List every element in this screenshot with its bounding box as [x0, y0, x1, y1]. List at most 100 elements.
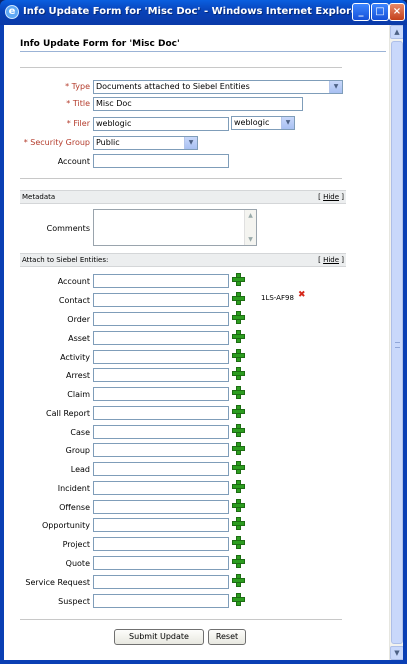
entity-label-claim: Claim: [67, 390, 90, 399]
add-icon[interactable]: [232, 536, 245, 549]
filer-label: * Filer: [66, 119, 90, 128]
entity-input-asset[interactable]: [93, 331, 229, 345]
window-title: Info Update Form for 'Misc Doc' - Window…: [23, 6, 363, 17]
window-border-bottom: [0, 660, 407, 664]
chevron-down-icon: ▼: [184, 137, 197, 149]
ie-icon: e: [5, 5, 19, 19]
entity-input-service-request[interactable]: [93, 575, 229, 589]
entity-input-call-report[interactable]: [93, 406, 229, 420]
add-icon[interactable]: [232, 386, 245, 399]
entity-label-call-report: Call Report: [46, 409, 90, 418]
add-icon[interactable]: [232, 499, 245, 512]
attach-section-header: Attach to Siebel Entities: [ Hide ]: [20, 253, 346, 267]
vertical-scrollbar[interactable]: ▲ ▼: [389, 25, 403, 660]
entity-input-project[interactable]: [93, 537, 229, 551]
entity-label-order: Order: [67, 315, 90, 324]
entity-input-case[interactable]: [93, 425, 229, 439]
filer-select-value: weblogic: [234, 118, 270, 127]
scroll-up-icon: ▲: [248, 212, 253, 219]
minimize-button[interactable]: _: [352, 3, 370, 21]
account-label: Account: [57, 157, 90, 166]
entity-input-opportunity[interactable]: [93, 518, 229, 532]
entity-label-offense: Offense: [59, 503, 90, 512]
add-icon[interactable]: [232, 311, 245, 324]
chevron-down-icon: ▼: [329, 81, 342, 93]
add-icon[interactable]: [232, 405, 245, 418]
entity-input-claim[interactable]: [93, 387, 229, 401]
filer-select[interactable]: weblogic ▼: [231, 116, 295, 130]
comments-scrollbar[interactable]: ▲ ▼: [244, 210, 256, 245]
attach-hide-link[interactable]: [ Hide ]: [318, 256, 344, 264]
attach-title: Attach to Siebel Entities:: [22, 256, 109, 264]
divider: [20, 619, 342, 620]
entity-input-arrest[interactable]: [93, 368, 229, 382]
window-titlebar: e Info Update Form for 'Misc Doc' - Wind…: [0, 0, 407, 25]
security-group-select[interactable]: Public ▼: [93, 136, 198, 150]
entity-input-suspect[interactable]: [93, 594, 229, 608]
filer-input[interactable]: weblogic: [93, 117, 229, 131]
chevron-down-icon: ▼: [281, 117, 294, 129]
add-icon[interactable]: [232, 424, 245, 437]
entity-label-asset: Asset: [68, 334, 90, 343]
entity-label-arrest: Arrest: [66, 371, 90, 380]
entity-input-account[interactable]: [93, 274, 229, 288]
page-title: Info Update Form for 'Misc Doc': [20, 39, 180, 49]
entity-label-group: Group: [65, 446, 90, 455]
divider: [20, 67, 342, 68]
title-divider: [20, 51, 386, 52]
entity-label-lead: Lead: [70, 465, 90, 474]
add-icon[interactable]: [232, 442, 245, 455]
entity-input-order[interactable]: [93, 312, 229, 326]
metadata-title: Metadata: [22, 193, 56, 201]
entity-input-offense[interactable]: [93, 500, 229, 514]
add-icon[interactable]: [232, 367, 245, 380]
entity-input-activity[interactable]: [93, 350, 229, 364]
entity-input-incident[interactable]: [93, 481, 229, 495]
window-border-right: [403, 25, 407, 664]
security-group-value: Public: [96, 138, 120, 147]
metadata-section-header: Metadata [ Hide ]: [20, 190, 346, 204]
comments-label: Comments: [46, 224, 90, 233]
type-label: * Type: [65, 82, 90, 91]
add-icon[interactable]: [232, 574, 245, 587]
contact-association: 1LS-AF98: [261, 294, 294, 302]
entity-label-contact: Contact: [58, 296, 90, 305]
scroll-up-icon[interactable]: ▲: [390, 25, 403, 39]
add-icon[interactable]: [232, 330, 245, 343]
add-icon[interactable]: [232, 555, 245, 568]
title-label: * Title: [66, 99, 90, 108]
entity-label-account: Account: [57, 277, 90, 286]
comments-textarea[interactable]: ▲ ▼: [93, 209, 257, 246]
entity-input-lead[interactable]: [93, 462, 229, 476]
add-icon[interactable]: [232, 480, 245, 493]
add-icon[interactable]: [232, 517, 245, 530]
add-icon[interactable]: [232, 292, 245, 305]
maximize-button[interactable]: □: [371, 3, 389, 21]
close-button[interactable]: ×: [389, 3, 405, 21]
entity-label-project: Project: [62, 540, 90, 549]
grip-icon: [395, 342, 400, 348]
divider: [20, 178, 342, 179]
remove-icon[interactable]: ✖: [298, 291, 306, 300]
add-icon[interactable]: [232, 461, 245, 474]
type-select[interactable]: Documents attached to Siebel Entities ▼: [93, 80, 343, 94]
entity-input-contact[interactable]: [93, 293, 229, 307]
scroll-down-icon: ▼: [248, 236, 253, 243]
title-input[interactable]: Misc Doc: [93, 97, 303, 111]
scroll-down-icon[interactable]: ▼: [390, 646, 403, 660]
account-input[interactable]: [93, 154, 229, 168]
add-icon[interactable]: [232, 273, 245, 286]
submit-update-button[interactable]: Submit Update: [114, 629, 204, 645]
browser-content: Info Update Form for 'Misc Doc' * Type D…: [4, 25, 403, 660]
entity-label-quote: Quote: [65, 559, 90, 568]
add-icon[interactable]: [232, 349, 245, 362]
reset-button[interactable]: Reset: [208, 629, 246, 645]
security-group-label: * Security Group: [23, 138, 90, 147]
entity-label-service-request: Service Request: [25, 578, 90, 587]
add-icon[interactable]: [232, 593, 245, 606]
entity-input-quote[interactable]: [93, 556, 229, 570]
entity-label-incident: Incident: [57, 484, 90, 493]
entity-input-group[interactable]: [93, 443, 229, 457]
scrollbar-thumb[interactable]: [391, 41, 403, 644]
metadata-hide-link[interactable]: [ Hide ]: [318, 193, 344, 201]
